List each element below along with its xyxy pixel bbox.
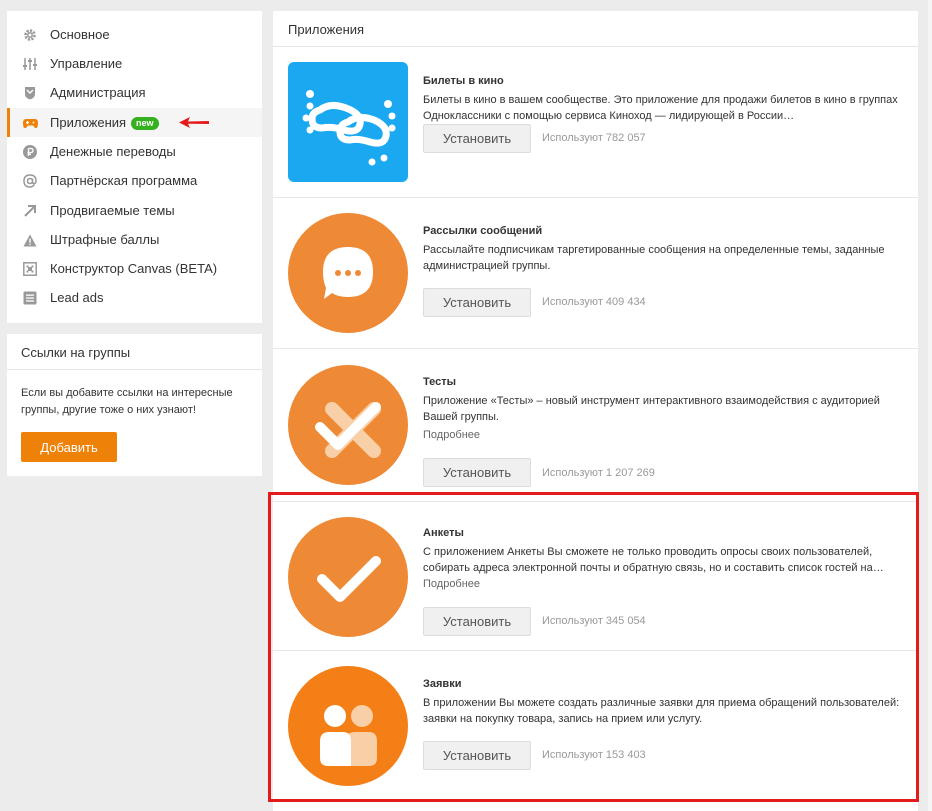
arrow-up-right-icon xyxy=(22,203,38,219)
sidebar-item-main[interactable]: Основное xyxy=(7,20,262,49)
chat-bubble-icon xyxy=(288,213,408,333)
app-description: Билеты в кино в вашем сообществе. Это пр… xyxy=(423,94,898,122)
app-description: Приложение «Тесты» – новый инструмент ин… xyxy=(423,395,880,423)
sidebar-item-apps[interactable]: Приложения new xyxy=(7,108,262,137)
group-links-text: Если вы добавите ссылки на интересные гр… xyxy=(21,387,233,416)
sidebar-item-label: Lead ads xyxy=(50,290,104,305)
app-description: С приложением Анкеты Вы сможете не тольк… xyxy=(423,546,884,574)
sidebar-item-management[interactable]: Управление xyxy=(7,49,262,78)
install-button[interactable]: Установить xyxy=(423,458,531,487)
sidebar-item-label: Штрафные баллы xyxy=(50,232,160,247)
usage-count: Используют 409 434 xyxy=(542,296,646,308)
app-card: Заявки В приложении Вы можете создать ра… xyxy=(273,651,918,801)
sidebar-item-promoted-topics[interactable]: Продвигаемые темы xyxy=(7,196,262,225)
install-button[interactable]: Установить xyxy=(423,124,531,153)
ruble-icon xyxy=(22,144,38,160)
more-link[interactable]: Подробнее xyxy=(423,578,480,590)
sidebar-item-administration[interactable]: Администрация xyxy=(7,78,262,107)
usage-count: Используют 153 403 xyxy=(542,749,646,761)
install-button[interactable]: Установить xyxy=(423,741,531,770)
install-button[interactable]: Установить xyxy=(423,288,531,317)
app-name[interactable]: Анкеты xyxy=(423,527,464,539)
sidebar-item-label: Партнёрская программа xyxy=(50,173,198,188)
group-links-title: Ссылки на группы xyxy=(21,345,131,360)
app-card: Билеты в кино Билеты в кино в вашем сооб… xyxy=(273,47,918,198)
page-edge xyxy=(928,0,932,811)
app-name[interactable]: Рассылки сообщений xyxy=(423,225,542,237)
usage-count: Используют 345 054 xyxy=(542,615,646,627)
sidebar-item-label: Основное xyxy=(50,27,110,42)
sidebar-item-label: Конструктор Canvas (BETA) xyxy=(50,261,218,276)
sidebar-item-label: Администрация xyxy=(50,85,146,100)
group-links-box: Ссылки на группы Если вы добавите ссылки… xyxy=(7,334,262,476)
warning-icon xyxy=(22,232,38,248)
at-icon xyxy=(22,173,38,189)
sidebar-item-penalty-points[interactable]: Штрафные баллы xyxy=(7,225,262,254)
footprints-icon xyxy=(288,62,408,182)
add-button[interactable]: Добавить xyxy=(21,432,117,462)
app-description: В приложении Вы можете создать различные… xyxy=(423,697,900,725)
sidebar-item-label: Денежные переводы xyxy=(50,144,176,159)
check-cross-icon xyxy=(288,365,408,485)
divider xyxy=(7,369,262,370)
more-link[interactable]: Подробнее xyxy=(423,429,480,441)
gear-icon xyxy=(22,27,38,43)
app-name[interactable]: Билеты в кино xyxy=(423,75,504,87)
sidebar-item-lead-ads[interactable]: Lead ads xyxy=(7,283,262,312)
app-description: Рассылайте подписчикам таргетированные с… xyxy=(423,244,885,272)
new-badge: new xyxy=(131,117,159,130)
sidebar-item-money-transfers[interactable]: Денежные переводы xyxy=(7,137,262,166)
app-card: Рассылки сообщений Рассылайте подписчика… xyxy=(273,198,918,349)
sidebar-menu: Основное Управление Администрация Прилож… xyxy=(7,11,262,323)
sidebar-item-partner-program[interactable]: Партнёрская программа xyxy=(7,166,262,195)
page-title: Приложения xyxy=(288,22,365,37)
install-button[interactable]: Установить xyxy=(423,607,531,636)
list-icon xyxy=(22,290,38,306)
red-arrow-icon xyxy=(179,117,209,128)
sliders-icon xyxy=(22,56,38,72)
apps-panel: Приложения Билеты в кино Билеты в кино в… xyxy=(273,11,918,811)
shield-icon xyxy=(22,85,38,101)
sidebar-item-label: Управление xyxy=(50,56,123,71)
usage-count: Используют 782 057 xyxy=(542,132,646,144)
sidebar-item-label: Приложения xyxy=(50,115,127,130)
app-name[interactable]: Тесты xyxy=(423,376,456,388)
gamepad-icon xyxy=(22,115,38,131)
app-name[interactable]: Заявки xyxy=(423,678,461,690)
checkmark-icon xyxy=(288,517,408,637)
canvas-icon xyxy=(22,261,38,277)
users-icon xyxy=(288,666,408,786)
sidebar-item-canvas[interactable]: Конструктор Canvas (BETA) xyxy=(7,254,262,283)
sidebar-item-label: Продвигаемые темы xyxy=(50,203,175,218)
usage-count: Используют 1 207 269 xyxy=(542,467,655,479)
app-card: Анкеты С приложением Анкеты Вы сможете н… xyxy=(273,502,918,651)
app-card: Тесты Приложение «Тесты» – новый инструм… xyxy=(273,349,918,502)
